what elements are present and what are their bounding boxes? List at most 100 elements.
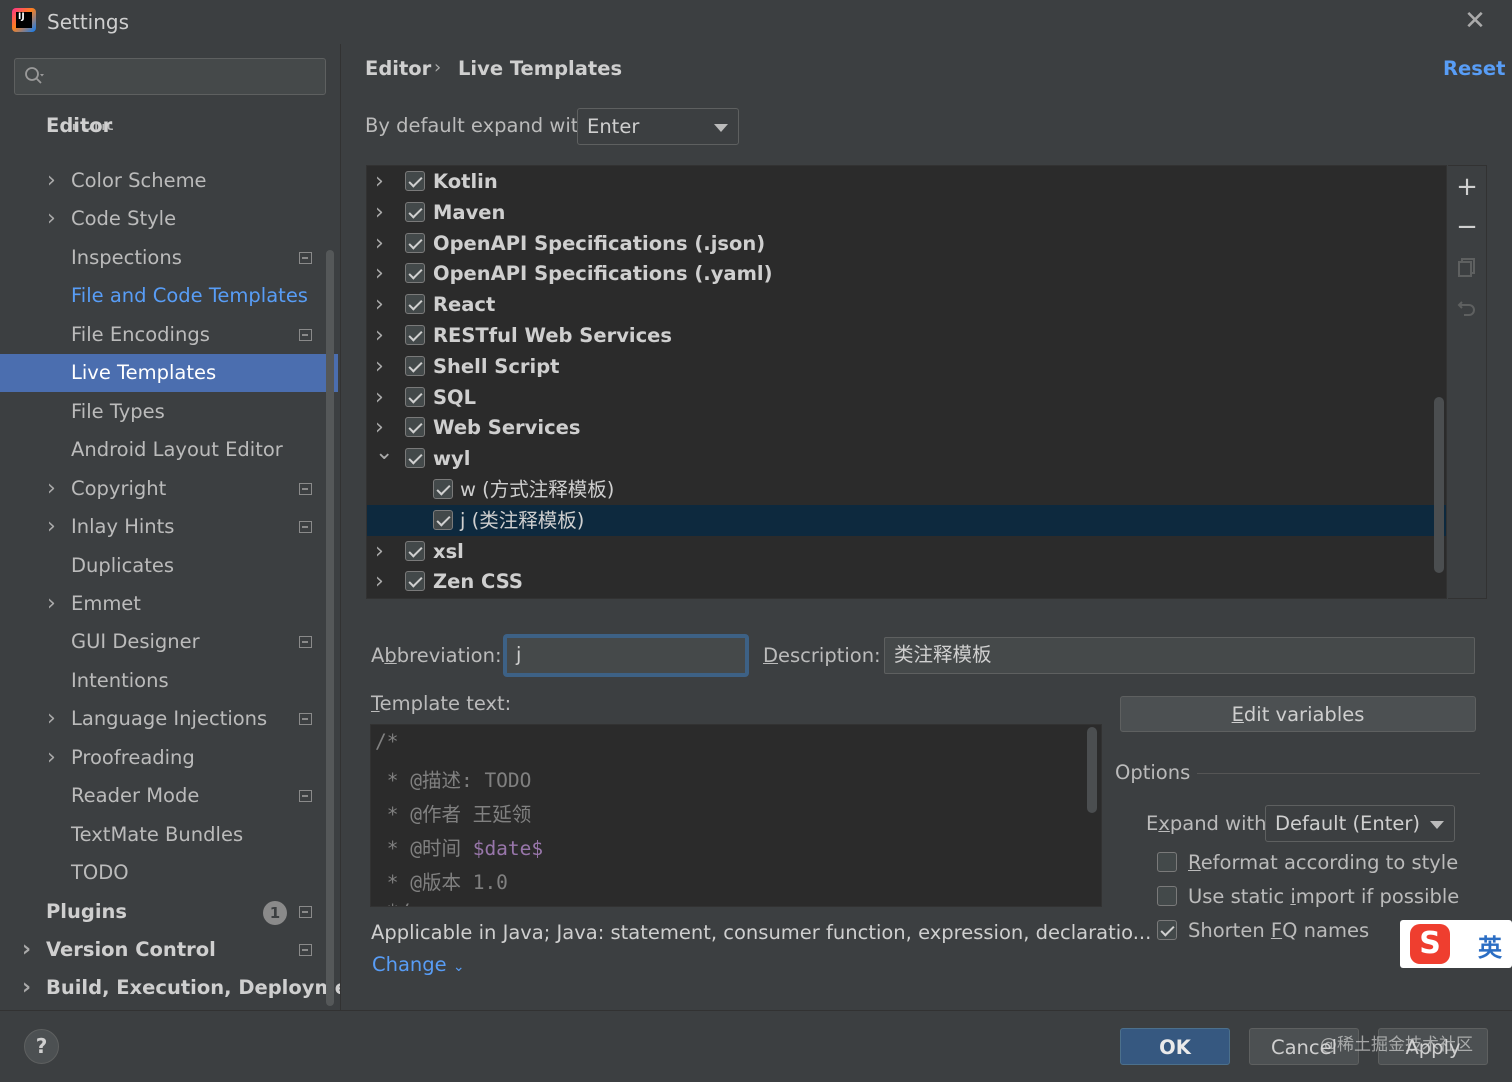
sidebar-item-version-control[interactable]: › Version Control: [0, 931, 338, 969]
chevron-right-icon[interactable]: ›: [375, 382, 384, 413]
template-checkbox[interactable]: [433, 479, 453, 499]
live-templates-tree[interactable]: › Kotlin › Maven › OpenAPI Specifications (.j…: [366, 165, 1447, 599]
expand-with-dropdown[interactable]: Default (Enter): [1265, 805, 1455, 842]
sidebar-item-plugins[interactable]: Plugins 1: [0, 893, 338, 931]
sidebar-item-code-style[interactable]: › Code Style: [0, 200, 338, 238]
template-checkbox[interactable]: [405, 386, 425, 407]
template-checkbox[interactable]: [405, 325, 425, 345]
default-expand-dropdown[interactable]: Enter: [577, 108, 739, 145]
template-group-row[interactable]: › Kotlin: [367, 166, 1446, 197]
minus-icon[interactable]: −: [1456, 214, 1478, 240]
template-checkbox[interactable]: [405, 171, 425, 191]
template-group-row[interactable]: › RESTful Web Services: [367, 320, 1446, 351]
template-group-row[interactable]: ⌄ wyl: [367, 440, 1446, 474]
template-checkbox[interactable]: [405, 540, 425, 561]
abbreviation-input[interactable]: j: [505, 636, 747, 675]
change-link[interactable]: Change ⌄: [372, 953, 465, 976]
chevron-right-icon[interactable]: ›: [22, 969, 31, 1007]
template-checkbox[interactable]: [405, 417, 425, 438]
sidebar-item-emmet[interactable]: › Emmet: [0, 585, 338, 623]
plus-icon[interactable]: +: [1456, 174, 1478, 200]
template-group-row[interactable]: › xsl: [367, 536, 1446, 567]
ime-mode[interactable]: 英: [1478, 928, 1502, 963]
template-checkbox[interactable]: [405, 448, 425, 469]
checkbox[interactable]: [1157, 886, 1177, 906]
chevron-down-icon: [714, 124, 728, 132]
sidebar-item-color-scheme[interactable]: › Color Scheme: [0, 162, 338, 200]
checkbox[interactable]: [1157, 920, 1177, 940]
reset-link[interactable]: Reset: [1443, 57, 1505, 80]
template-row[interactable]: j (类注释模板): [367, 504, 1446, 536]
sidebar-item-file-types[interactable]: File Types: [0, 393, 338, 431]
template-checkbox[interactable]: [405, 294, 425, 315]
template-group-row[interactable]: › Shell Script: [367, 351, 1446, 382]
template-checkbox[interactable]: [405, 232, 425, 253]
templates-scrollbar[interactable]: [1434, 397, 1444, 573]
template-checkbox[interactable]: [405, 263, 425, 284]
breadcrumb-parent[interactable]: Editor: [365, 57, 431, 80]
ok-button[interactable]: OK: [1120, 1028, 1230, 1065]
chevron-right-icon[interactable]: ›: [375, 258, 384, 289]
chevron-right-icon[interactable]: ›: [375, 166, 384, 197]
sidebar-item-gui-designer[interactable]: GUI Designer: [0, 623, 338, 661]
sidebar-item-android-layout-editor[interactable]: Android Layout Editor: [0, 431, 338, 469]
chevron-down-icon[interactable]: ⌄: [375, 437, 393, 468]
template-checkbox[interactable]: [433, 509, 453, 530]
template-group-row[interactable]: › OpenAPI Specifications (.yaml): [367, 258, 1446, 289]
chevron-right-icon[interactable]: ›: [375, 536, 384, 567]
sidebar-item-duplicates[interactable]: Duplicates: [0, 547, 338, 585]
template-checkbox[interactable]: [405, 571, 425, 592]
sidebar-item-copyright[interactable]: › Copyright: [0, 470, 338, 508]
sidebar-item-editor[interactable]: Editor: [0, 107, 338, 145]
template-group-row[interactable]: › Web Services: [367, 412, 1446, 443]
template-checkbox[interactable]: [405, 355, 425, 376]
sidebar-item-language-injections[interactable]: › Language Injections: [0, 700, 338, 738]
sidebar-item-build-execution-deploymen[interactable]: › Build, Execution, Deploymen: [0, 969, 340, 1007]
chevron-right-icon[interactable]: ›: [375, 320, 384, 351]
sidebar-item-inlay-hints[interactable]: › Inlay Hints: [0, 508, 338, 546]
sidebar-item-live-templates[interactable]: Live Templates: [0, 354, 338, 393]
sidebar-item-file-and-code-templates[interactable]: File and Code Templates: [0, 277, 338, 315]
template-checkbox[interactable]: [405, 201, 425, 222]
code-line: * @时间 $date$: [375, 837, 544, 860]
description-input[interactable]: 类注释模板: [884, 637, 1475, 674]
template-group-row[interactable]: › Zen CSS: [367, 566, 1446, 597]
help-button[interactable]: ?: [24, 1029, 59, 1064]
ime-toolbar[interactable]: S 英: [1400, 920, 1512, 968]
chevron-right-icon[interactable]: ›: [375, 228, 384, 259]
chevron-right-icon[interactable]: ›: [47, 470, 56, 508]
sidebar-scrollbar[interactable]: [326, 250, 334, 1006]
template-group-row[interactable]: › Maven: [367, 197, 1446, 228]
sidebar-item-intentions[interactable]: Intentions: [0, 662, 338, 700]
sidebar-item-todo[interactable]: TODO: [0, 854, 338, 892]
chevron-right-icon[interactable]: ›: [47, 162, 56, 200]
template-group-row[interactable]: › React: [367, 289, 1446, 320]
template-text-editor[interactable]: /* * @描述: TODO * @作者 王延领 * @时间 $date$ * …: [370, 724, 1102, 907]
chevron-right-icon[interactable]: ›: [47, 739, 56, 777]
editor-scrollbar[interactable]: [1087, 727, 1097, 813]
template-row[interactable]: w (方式注释模板): [367, 474, 1446, 505]
template-group-row[interactable]: › OpenAPI Specifications (.json): [367, 228, 1446, 259]
sidebar-item-inspections[interactable]: Inspections: [0, 239, 338, 277]
chevron-right-icon[interactable]: ›: [375, 566, 384, 597]
close-icon[interactable]: ✕: [1462, 8, 1488, 34]
checkbox[interactable]: [1157, 852, 1177, 872]
chevron-right-icon[interactable]: ›: [47, 585, 56, 623]
chevron-right-icon[interactable]: ›: [47, 200, 56, 238]
search-input[interactable]: [14, 58, 326, 95]
edit-variables-button[interactable]: Edit variables: [1120, 696, 1476, 732]
sidebar-item-textmate-bundles[interactable]: TextMate Bundles: [0, 816, 338, 854]
chevron-right-icon[interactable]: ›: [22, 931, 31, 969]
sidebar-item-file-encodings[interactable]: File Encodings: [0, 316, 338, 354]
chevron-right-icon[interactable]: ›: [375, 351, 384, 382]
chevron-right-icon[interactable]: ›: [375, 289, 384, 320]
undo-icon[interactable]: [1456, 296, 1478, 318]
chevron-right-icon[interactable]: ›: [375, 197, 384, 228]
chevron-right-icon[interactable]: ›: [47, 700, 56, 738]
chevron-right-icon[interactable]: ›: [47, 508, 56, 546]
sidebar-item-proofreading[interactable]: › Proofreading: [0, 739, 338, 777]
options-divider: [1197, 773, 1480, 774]
copy-icon[interactable]: [1456, 256, 1478, 278]
sidebar-item-reader-mode[interactable]: Reader Mode: [0, 777, 338, 815]
template-group-row[interactable]: › SQL: [367, 382, 1446, 413]
